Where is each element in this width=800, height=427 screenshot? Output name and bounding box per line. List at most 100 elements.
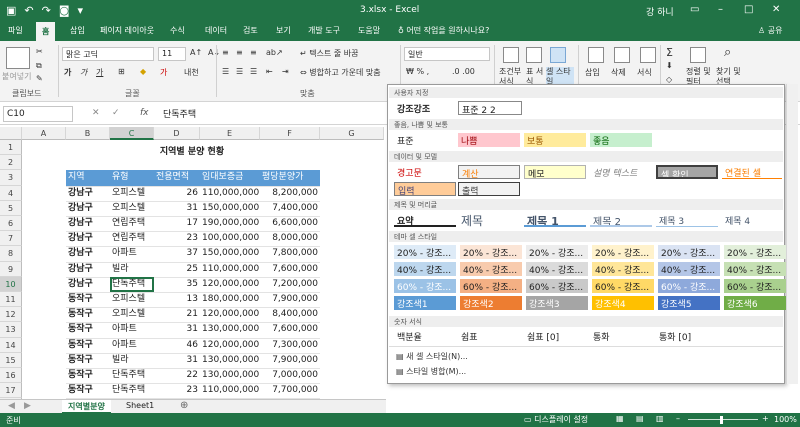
style-note[interactable]: 메모 <box>524 165 586 179</box>
delete-button[interactable]: 삭제 <box>611 67 626 78</box>
autosum-icon[interactable]: Σ <box>666 46 673 59</box>
table-cell[interactable]: 7,400,000 <box>260 201 320 216</box>
cell-style-icon[interactable] <box>550 47 566 63</box>
table-cell[interactable]: 강남구 <box>66 201 110 216</box>
style-heading-1[interactable]: 제목 1 <box>524 212 586 227</box>
row-header[interactable]: 9 <box>0 261 22 277</box>
tab-review[interactable]: 검토 <box>243 25 258 36</box>
table-cell[interactable]: 단독주택 <box>110 383 154 398</box>
function-icon[interactable]: fx <box>140 108 149 118</box>
style-neutral[interactable]: 보통 <box>524 133 586 147</box>
orientation-icon[interactable]: ab↗ <box>266 48 283 57</box>
row-header[interactable]: 16 <box>0 368 22 384</box>
style-custom-1[interactable]: 강조강조 <box>394 101 454 115</box>
table-cell[interactable]: 강남구 <box>66 246 110 261</box>
table-cell[interactable]: 단독주택 <box>110 277 154 292</box>
table-cell[interactable]: 17 <box>154 216 200 231</box>
table-cell[interactable]: 아파트 <box>110 246 154 261</box>
style-percent[interactable]: 백분율 <box>394 329 456 343</box>
column-header-a[interactable]: A <box>22 127 66 140</box>
style-title[interactable]: 제목 <box>458 211 520 227</box>
table-cell[interactable]: 7,900,000 <box>260 292 320 307</box>
tell-me-search[interactable]: ♁ 어떤 작업을 원하시나요? <box>398 25 489 36</box>
style-calculation[interactable]: 계산 <box>458 165 520 179</box>
table-cell[interactable]: 연립주택 <box>110 216 154 231</box>
new-cell-style-menu[interactable]: ▤ 새 셀 스타일(N)... <box>396 351 468 362</box>
style-theme60-accent-5[interactable]: 60% - 강조... <box>658 279 720 293</box>
style-input[interactable]: 입력 <box>394 182 456 196</box>
column-header-f[interactable]: F <box>260 127 320 140</box>
table-cell[interactable]: 빌라 <box>110 353 154 368</box>
merge-styles-menu[interactable]: ▤ 스타일 병합(M)... <box>396 366 466 377</box>
table-cell[interactable]: 110,000,000 <box>200 383 260 398</box>
row-header[interactable]: 10 <box>0 276 22 292</box>
table-cell[interactable]: 31 <box>154 322 200 337</box>
cancel-icon[interactable]: ✕ <box>92 108 100 118</box>
style-explanatory[interactable]: 설명 텍스트 <box>590 165 652 179</box>
row-header[interactable]: 12 <box>0 307 22 323</box>
zoom-slider-thumb[interactable] <box>720 416 723 424</box>
add-sheet-icon[interactable]: ⊕ <box>180 400 188 411</box>
grow-font-icon[interactable]: A↑ <box>190 48 202 57</box>
table-cell[interactable]: 150,000,000 <box>200 246 260 261</box>
table-cell[interactable]: 동작구 <box>66 322 110 337</box>
wrap-text-button[interactable]: ↵ 텍스트 줄 바꿈 <box>300 48 359 59</box>
ribbon-display-icon[interactable]: ▭ <box>690 4 699 15</box>
align-right-icon[interactable]: ☰ <box>250 67 257 76</box>
display-settings-button[interactable]: ▭ 디스플레이 설정 <box>524 414 588 425</box>
table-cell[interactable]: 아파트 <box>110 322 154 337</box>
style-theme40-accent-4[interactable]: 40% - 강조... <box>592 262 654 276</box>
row-header[interactable]: 4 <box>0 185 22 201</box>
table-cell[interactable]: 단독주택 <box>110 368 154 383</box>
style-heading-2[interactable]: 제목 2 <box>590 212 652 227</box>
magnifier-icon[interactable]: ⌕ <box>724 45 731 60</box>
share-button[interactable]: ♙ 공유 <box>758 25 782 36</box>
sort-filter-icon[interactable] <box>690 47 706 63</box>
table-cell[interactable]: 동작구 <box>66 383 110 398</box>
camera-icon[interactable]: ◙ <box>59 4 70 17</box>
row-header[interactable]: 8 <box>0 246 22 262</box>
paste-button[interactable]: 붙여넣기 <box>2 71 31 82</box>
table-cell[interactable]: 7,700,000 <box>260 383 320 398</box>
cut-icon[interactable]: ✂ <box>36 47 43 56</box>
table-header-cell[interactable]: 전용면적 <box>154 170 200 186</box>
font-name-select[interactable]: 맑은 고딕 <box>62 47 154 61</box>
table-cell[interactable]: 100,000,000 <box>200 231 260 246</box>
table-cell[interactable]: 8,400,000 <box>260 307 320 322</box>
table-cell[interactable]: 오피스텔 <box>110 186 154 201</box>
format-button[interactable]: 서식 <box>637 67 652 78</box>
table-cell[interactable]: 110,000,000 <box>200 186 260 201</box>
style-output[interactable]: 출력 <box>458 182 520 196</box>
tab-data[interactable]: 데이터 <box>205 25 227 36</box>
table-cell[interactable]: 7,800,000 <box>260 246 320 261</box>
user-name[interactable]: 강 하니 <box>646 5 674 18</box>
style-comma[interactable]: 쉼표 <box>458 329 520 343</box>
formula-input[interactable]: 단독주택 <box>163 107 196 120</box>
column-header-d[interactable]: D <box>154 127 200 140</box>
clear-icon[interactable]: ◇ <box>666 75 672 84</box>
style-theme60-accent-4[interactable]: 60% - 강조... <box>592 279 654 293</box>
column-header-b[interactable]: B <box>66 127 110 140</box>
row-header[interactable]: 1 <box>0 140 22 156</box>
table-cell[interactable]: 26 <box>154 186 200 201</box>
style-bad[interactable]: 나쁨 <box>458 133 520 147</box>
row-header[interactable]: 11 <box>0 292 22 308</box>
conditional-format-icon[interactable] <box>503 47 519 63</box>
table-cell[interactable]: 25 <box>154 262 200 277</box>
align-left-icon[interactable]: ☰ <box>222 67 229 76</box>
table-cell[interactable]: 오피스텔 <box>110 201 154 216</box>
font-color-icon[interactable]: 가 <box>160 67 167 78</box>
insert-cells-icon[interactable] <box>588 47 604 63</box>
style-theme40-accent-5[interactable]: 40% - 강조... <box>658 262 720 276</box>
table-cell[interactable]: 130,000,000 <box>200 353 260 368</box>
table-cell[interactable]: 동작구 <box>66 307 110 322</box>
style-currency[interactable]: 통화 <box>590 329 652 343</box>
table-cell[interactable]: 동작구 <box>66 338 110 353</box>
table-header-cell[interactable]: 임대보증금 <box>200 170 260 186</box>
style-theme60-accent-1[interactable]: 60% - 강조... <box>394 279 456 293</box>
table-cell[interactable]: 190,000,000 <box>200 216 260 231</box>
table-cell[interactable]: 7,600,000 <box>260 322 320 337</box>
table-cell[interactable]: 강남구 <box>66 277 110 292</box>
row-header[interactable]: 2 <box>0 155 22 171</box>
table-cell[interactable]: 빌라 <box>110 262 154 277</box>
